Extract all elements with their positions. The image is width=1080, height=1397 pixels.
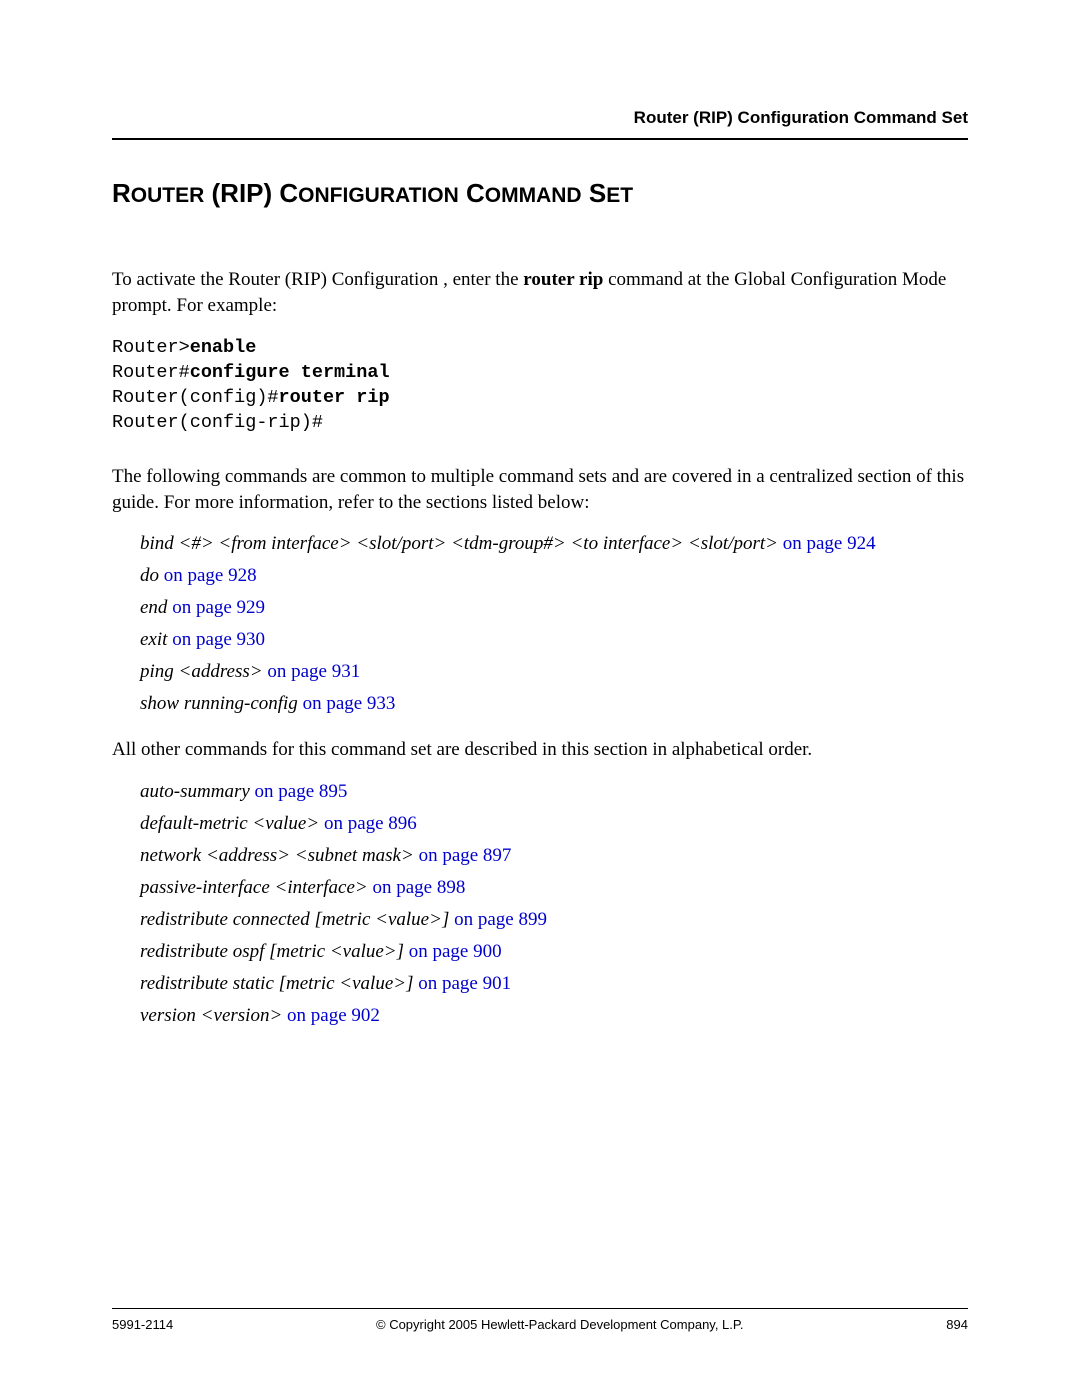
copyright: © Copyright 2005 Hewlett-Packard Develop…: [173, 1317, 946, 1332]
page-link[interactable]: on page 897: [414, 845, 512, 866]
common-commands-list: bind <#> <from interface> <slot/port> <t…: [140, 533, 968, 715]
ref-item: exit on page 930: [140, 629, 968, 651]
ref-item: do on page 928: [140, 565, 968, 587]
section-commands-list: auto-summary on page 895 default-metric …: [140, 781, 968, 1027]
page-link[interactable]: on page 898: [368, 877, 466, 898]
running-header: Router (RIP) Configuration Command Set: [112, 108, 968, 140]
page-content: Router (RIP) Configuration Command Set R…: [0, 0, 1080, 1027]
ref-item: redistribute static [metric <value>] on …: [140, 973, 968, 995]
common-commands-intro: The following commands are common to mul…: [112, 464, 968, 515]
page-link[interactable]: on page 930: [167, 629, 265, 650]
ref-item: version <version> on page 902: [140, 1005, 968, 1027]
code-example: Router>enable Router#configure terminal …: [112, 336, 968, 436]
intro-paragraph: To activate the Router (RIP) Configurati…: [112, 267, 968, 318]
page-link[interactable]: on page 895: [250, 781, 348, 802]
ref-item: show running-config on page 933: [140, 693, 968, 715]
page-number: 894: [946, 1317, 968, 1332]
doc-number: 5991-2114: [112, 1317, 173, 1332]
page-link[interactable]: on page 929: [167, 597, 265, 618]
page-link[interactable]: on page 899: [449, 909, 547, 930]
page-link[interactable]: on page 928: [159, 565, 257, 586]
page-link[interactable]: on page 924: [778, 533, 876, 554]
page-link[interactable]: on page 931: [263, 661, 361, 682]
ref-item: auto-summary on page 895: [140, 781, 968, 803]
page-link[interactable]: on page 900: [404, 941, 502, 962]
ref-item: ping <address> on page 931: [140, 661, 968, 683]
page-title: ROUTER (RIP) CONFIGURATION COMMAND SET: [112, 178, 968, 209]
ref-item: network <address> <subnet mask> on page …: [140, 845, 968, 867]
ref-item: redistribute ospf [metric <value>] on pa…: [140, 941, 968, 963]
page-footer: 5991-2114 © Copyright 2005 Hewlett-Packa…: [112, 1308, 968, 1332]
section-commands-intro: All other commands for this command set …: [112, 737, 968, 763]
page-link[interactable]: on page 933: [298, 693, 396, 714]
page-link[interactable]: on page 901: [414, 973, 512, 994]
ref-item: end on page 929: [140, 597, 968, 619]
page-link[interactable]: on page 896: [319, 813, 417, 834]
ref-item: default-metric <value> on page 896: [140, 813, 968, 835]
ref-item: bind <#> <from interface> <slot/port> <t…: [140, 533, 968, 555]
page-link[interactable]: on page 902: [282, 1005, 380, 1026]
ref-item: passive-interface <interface> on page 89…: [140, 877, 968, 899]
ref-item: redistribute connected [metric <value>] …: [140, 909, 968, 931]
